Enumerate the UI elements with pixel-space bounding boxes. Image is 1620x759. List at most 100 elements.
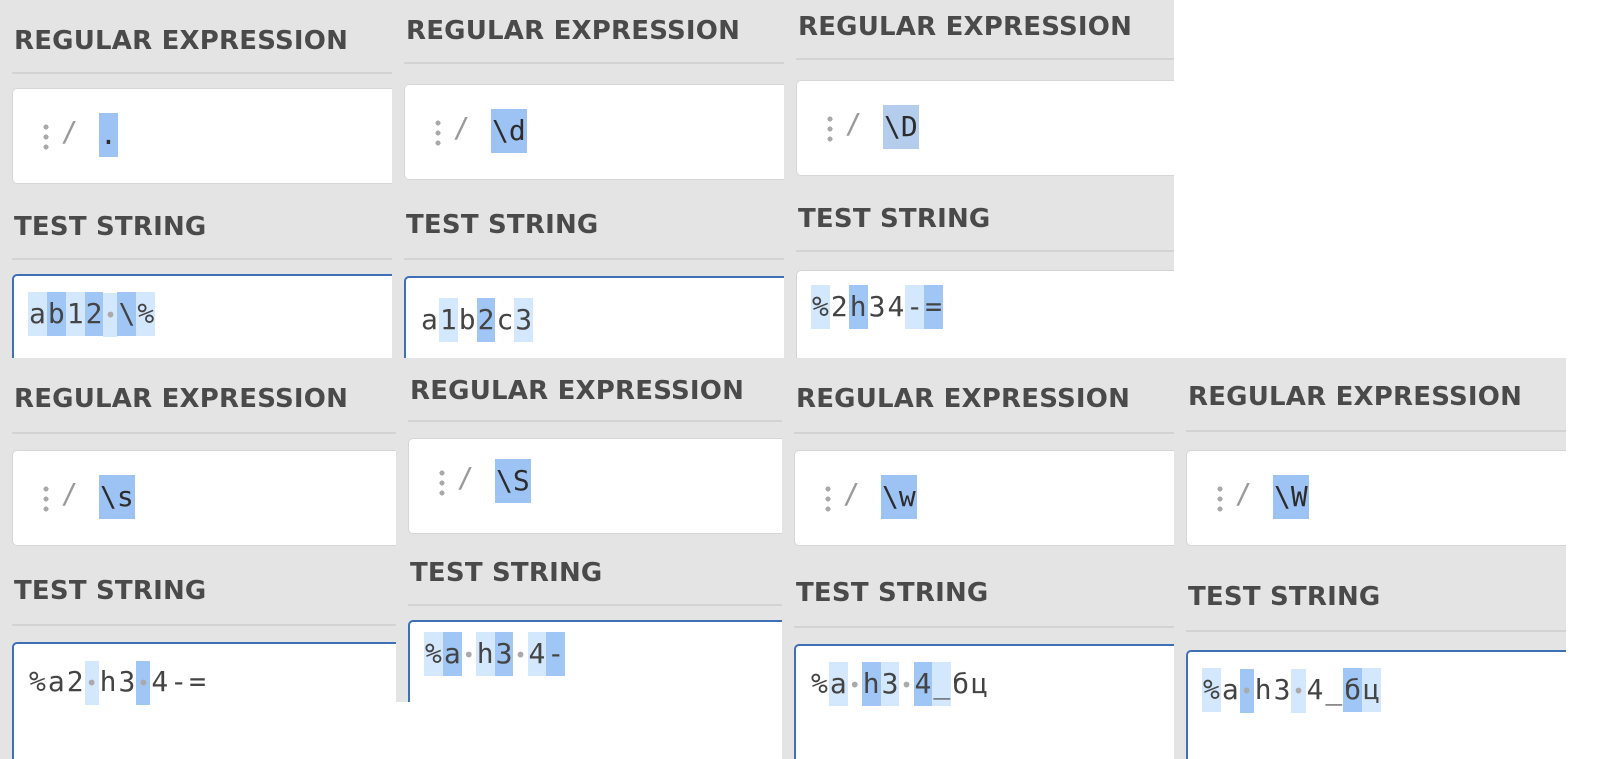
match-char: h — [475, 632, 495, 676]
divider — [12, 624, 396, 626]
match-char: a — [442, 632, 462, 676]
match-char: 3 — [494, 632, 514, 676]
regex-heading: REGULAR EXPRESSION — [796, 384, 1131, 414]
regex-input[interactable]: / \W — [1186, 450, 1566, 546]
test-string-input[interactable]: %a •h3 •4- — [408, 620, 782, 702]
divider — [408, 604, 782, 606]
test-char: h — [99, 665, 117, 698]
test-char: _ — [1325, 673, 1343, 706]
test-string-input[interactable]: ab12 •\% — [12, 274, 392, 358]
test-char: - — [170, 665, 188, 698]
regex-panel-nonwhitespace: REGULAR EXPRESSION / \S TEST STRING %a •h… — [396, 358, 782, 702]
test-char: c — [496, 303, 514, 336]
divider — [1186, 630, 1566, 632]
test-string-input[interactable]: %a2 •h3 •4-= — [12, 642, 396, 759]
regex-heading: REGULAR EXPRESSION — [14, 384, 349, 414]
match-char: % — [811, 285, 830, 329]
test-char: ц — [971, 667, 988, 700]
test-char: 3 — [868, 290, 886, 323]
test-heading: TEST STRING — [406, 210, 599, 240]
drag-handle-icon[interactable] — [827, 115, 833, 143]
divider — [794, 626, 1174, 628]
match-char: б — [1343, 668, 1363, 712]
regex-input[interactable]: / \S — [408, 438, 782, 534]
regex-expression: . — [99, 113, 118, 157]
test-char: = — [189, 665, 206, 698]
test-char: % — [29, 665, 46, 698]
test-string-input[interactable]: a1b2c3 — [404, 276, 784, 358]
test-heading: TEST STRING — [798, 204, 991, 234]
match-char: 3 — [514, 298, 534, 342]
test-string: %a •h3 •4- — [424, 632, 566, 677]
regex-input[interactable]: / \s — [12, 450, 396, 546]
regex-heading: REGULAR EXPRESSION — [798, 12, 1133, 42]
divider — [12, 258, 392, 260]
regex-panel-word: REGULAR EXPRESSION / \w TEST STRING %a •h… — [782, 358, 1174, 759]
divider — [404, 258, 784, 260]
match-char: \ — [117, 292, 137, 336]
match-char: 3 — [880, 662, 900, 706]
match-char: h — [848, 285, 868, 329]
test-char: 4 — [887, 290, 905, 323]
test-string-input[interactable]: %a •h3 •4_бц — [1186, 650, 1566, 759]
test-string: %2h34-= — [811, 285, 944, 329]
regex-panel-nondigit: REGULAR EXPRESSION / \D TEST STRING %2h3… — [784, 0, 1174, 358]
match-char: • — [1291, 669, 1306, 713]
test-string: a1b2c3 — [420, 298, 534, 342]
drag-handle-icon[interactable] — [825, 485, 831, 513]
drag-handle-icon[interactable] — [43, 485, 49, 513]
test-char: b — [458, 303, 476, 336]
test-char: a — [1221, 673, 1239, 706]
test-char: a — [421, 303, 438, 336]
divider — [12, 72, 392, 74]
match-char: • — [1239, 669, 1254, 713]
regex-delimiter: / — [453, 111, 470, 144]
drag-handle-icon[interactable] — [43, 123, 49, 151]
test-char: 4 — [1306, 673, 1324, 706]
regex-heading: REGULAR EXPRESSION — [410, 376, 745, 406]
divider — [408, 420, 782, 422]
test-char: • — [900, 673, 913, 697]
test-char: 4 — [151, 665, 169, 698]
regex-expression: \d — [491, 109, 527, 153]
match-char: • — [136, 661, 151, 705]
match-char: 4 — [527, 632, 547, 676]
test-string-input[interactable]: %a •h3 •4_бц — [794, 644, 1174, 759]
test-char: h — [1254, 673, 1272, 706]
match-char: a — [828, 662, 848, 706]
regex-panel-whitespace: REGULAR EXPRESSION / \s TEST STRING %a2 •… — [0, 358, 396, 759]
test-char: • — [848, 673, 861, 697]
regex-delimiter: / — [61, 477, 78, 510]
test-heading: TEST STRING — [796, 578, 989, 608]
test-heading: TEST STRING — [1188, 582, 1381, 612]
divider — [1186, 430, 1566, 432]
regex-delimiter: / — [457, 461, 474, 494]
regex-panel-nonword: REGULAR EXPRESSION / \W TEST STRING %a •h… — [1174, 358, 1566, 759]
test-char: • — [514, 643, 527, 667]
match-char: 2 — [476, 298, 496, 342]
match-char: 1 — [438, 298, 458, 342]
regex-delimiter: / — [61, 115, 78, 148]
regex-input[interactable]: / . — [12, 88, 392, 184]
drag-handle-icon[interactable] — [1217, 485, 1223, 513]
regex-heading: REGULAR EXPRESSION — [1188, 382, 1523, 412]
regex-expression: \s — [99, 475, 135, 519]
test-char: 2 — [66, 665, 84, 698]
divider — [794, 432, 1174, 434]
regex-input[interactable]: / \w — [794, 450, 1174, 546]
drag-handle-icon[interactable] — [439, 469, 445, 497]
test-heading: TEST STRING — [410, 558, 603, 588]
test-char: • — [462, 643, 475, 667]
drag-handle-icon[interactable] — [435, 119, 441, 147]
test-char: 3 — [1273, 673, 1291, 706]
match-char: 2 — [84, 292, 104, 336]
test-heading: TEST STRING — [14, 576, 207, 606]
regex-expression: \W — [1273, 475, 1309, 519]
divider — [796, 250, 1174, 252]
regex-input[interactable]: / \d — [404, 84, 784, 180]
match-char: - — [546, 632, 566, 676]
test-string: %a •h3 •4_бц — [810, 662, 989, 707]
test-string-input[interactable]: %2h34-= — [796, 270, 1174, 358]
regex-heading: REGULAR EXPRESSION — [406, 16, 741, 46]
regex-input[interactable]: / \D — [796, 80, 1174, 176]
